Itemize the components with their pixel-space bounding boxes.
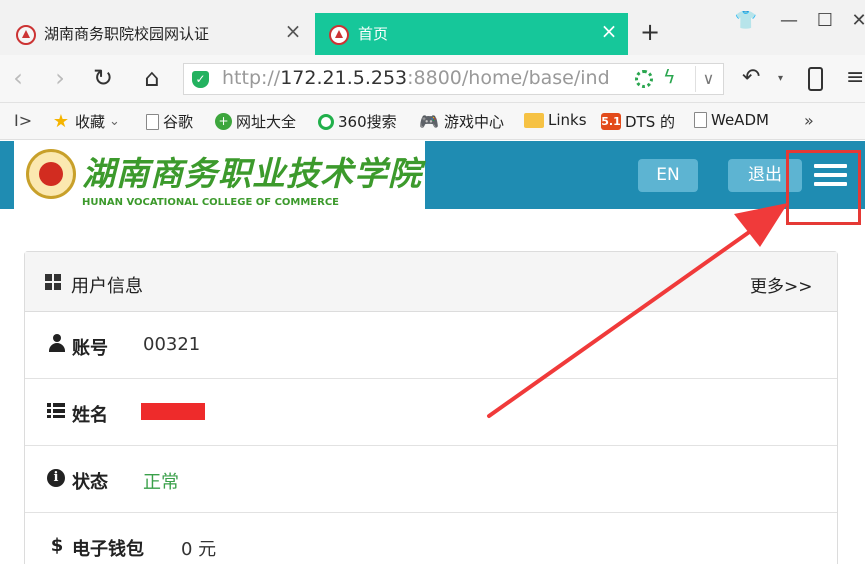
close-window-button[interactable]: ✕ (846, 10, 865, 36)
bookmark-label: 谷歌 (163, 113, 194, 131)
school-favicon-icon (329, 25, 349, 45)
bookmark-360-search[interactable]: 360搜索 (318, 111, 397, 132)
shield-check-icon[interactable]: ✓ (192, 71, 209, 88)
school-name-cn: 湖南商务职业技术学院 (82, 154, 422, 193)
bookmark-site-directory[interactable]: + 网址大全 (215, 111, 296, 132)
site-header: 湖南商务职业技术学院 HUNAN VOCATIONAL COLLEGE OF C… (0, 141, 865, 225)
url-path: :8800/home/base/ind (407, 67, 610, 89)
school-seal-icon (26, 149, 76, 199)
undo-dropdown-icon[interactable]: ▾ (778, 73, 783, 84)
row-value: 00321 (143, 334, 201, 355)
browser-menu-icon[interactable]: ≡ (846, 65, 864, 90)
plus-badge-icon: + (215, 113, 232, 130)
undo-icon[interactable]: ↶ (742, 65, 760, 90)
row-label: 状态 (72, 472, 108, 493)
minimize-button[interactable]: — (776, 10, 802, 36)
info-icon: i (47, 469, 65, 487)
home-icon[interactable]: ⌂ (137, 64, 167, 94)
badge-51-icon: 5.1 (601, 113, 621, 130)
tab-home[interactable]: 首页 × (315, 13, 628, 55)
bookmark-game-center[interactable]: 🎮 游戏中心 (418, 111, 504, 132)
skin-icon[interactable]: 👕 (733, 10, 759, 36)
browser-tab-strip: 湖南商务职院校园网认证 × 首页 × + 👕 — ☐ ✕ (0, 0, 865, 55)
forward-arrow-icon[interactable]: › (45, 64, 75, 94)
tab-campus-auth[interactable]: 湖南商务职院校园网认证 × (0, 13, 312, 55)
gamepad-icon: 🎮 (419, 112, 439, 131)
folder-icon (524, 112, 544, 128)
panel-header: 用户信息 更多>> (25, 252, 837, 312)
bookmark-label: 收藏 (75, 113, 106, 131)
school-favicon-icon (16, 25, 36, 45)
url-text[interactable]: http://172.21.5.253:8800/home/base/ind (222, 67, 610, 89)
dollar-icon: $ (50, 535, 64, 556)
bookmark-label: Links (548, 111, 587, 129)
more-link[interactable]: 更多>> (750, 272, 813, 297)
list-icon (47, 403, 65, 418)
search-o-icon (318, 113, 334, 130)
page-icon (146, 113, 159, 130)
address-bar[interactable]: ✓ http://172.21.5.253:8800/home/base/ind… (183, 63, 724, 95)
row-label: 账号 (72, 338, 108, 359)
info-row-wallet: $ 电子钱包 0 元 (25, 513, 837, 564)
bookmark-weadm[interactable]: WeADM (694, 111, 769, 129)
back-arrow-icon[interactable]: ‹ (3, 64, 33, 94)
bookmark-dts[interactable]: 5.1 DTS 的 (601, 111, 675, 132)
maximize-button[interactable]: ☐ (812, 10, 838, 36)
wallet-value: 0 元 (181, 539, 217, 560)
navigation-toolbar: ‹ › ↻ ⌂ ✓ http://172.21.5.253:8800/home/… (0, 55, 865, 103)
row-label: 电子钱包 (72, 539, 144, 560)
info-row-account: 账号 00321 (25, 312, 837, 379)
bookmarks-bar: I> ★ 收藏 ⌄ 谷歌 + 网址大全 360搜索 🎮 游戏中心 Links 5… (0, 103, 865, 140)
url-host: 172.21.5.253 (280, 67, 408, 89)
status-value: 正常 (143, 472, 179, 493)
bookmark-label: DTS 的 (625, 113, 676, 131)
url-scheme: http:// (222, 67, 281, 89)
star-icon: ★ (52, 111, 70, 132)
extension-spinner-icon[interactable] (635, 70, 653, 88)
bookmark-label: 360搜索 (338, 113, 397, 131)
panel-title: 用户信息 (71, 276, 143, 297)
sidebar-toggle-icon[interactable]: I> (14, 111, 32, 130)
row-label: 姓名 (72, 405, 108, 426)
bookmark-google[interactable]: 谷歌 (146, 111, 193, 132)
bookmark-label: WeADM (711, 111, 769, 129)
tab-title: 湖南商务职院校园网认证 (44, 25, 210, 43)
tab-title: 首页 (358, 25, 389, 43)
page-icon (694, 112, 707, 128)
reload-icon[interactable]: ↻ (88, 64, 118, 94)
chevron-down-icon: ⌄ (109, 114, 120, 129)
info-row-status: i 状态 正常 (25, 446, 837, 513)
web-page: 湖南商务职业技术学院 HUNAN VOCATIONAL COLLEGE OF C… (0, 141, 865, 564)
info-row-name: 姓名 (25, 379, 837, 446)
lightning-icon[interactable]: ϟ (663, 66, 676, 88)
bookmark-label: 网址大全 (236, 113, 297, 131)
phone-icon[interactable] (808, 67, 823, 91)
redacted-name-bar (141, 403, 205, 420)
grid-icon (45, 274, 62, 291)
annotation-highlight-box (786, 150, 861, 225)
tab-close-icon[interactable]: × (281, 19, 305, 43)
new-tab-button[interactable]: + (638, 18, 662, 46)
school-name-en: HUNAN VOCATIONAL COLLEGE OF COMMERCE (82, 197, 340, 208)
bookmark-label: 游戏中心 (444, 113, 505, 131)
bookmarks-overflow-icon[interactable]: » (804, 111, 814, 130)
user-icon (49, 334, 65, 352)
tab-close-icon[interactable]: × (597, 19, 621, 43)
bookmark-links-folder[interactable]: Links (524, 111, 587, 129)
school-logo[interactable]: 湖南商务职业技术学院 HUNAN VOCATIONAL COLLEGE OF C… (14, 141, 425, 209)
url-dropdown-icon[interactable]: ∨ (695, 66, 721, 92)
language-button[interactable]: EN (638, 159, 698, 192)
user-info-panel: 用户信息 更多>> 账号 00321 姓名 i 状态 正常 $ 电子钱包 0 元 (24, 251, 838, 564)
bookmark-favorites[interactable]: ★ 收藏 ⌄ (51, 111, 120, 132)
